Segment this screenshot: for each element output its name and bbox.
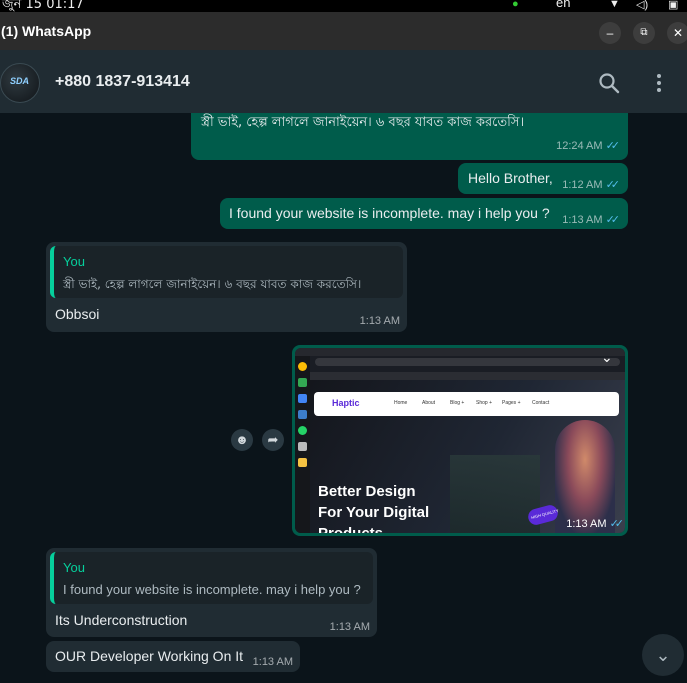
minimize-button[interactable]: – [599, 22, 621, 44]
system-top-bar: জুন 15 01:17 ● en ▼ ◁) ▣ [0, 0, 687, 12]
message-bubble-incoming[interactable]: OUR Developer Working On It 1:13 AM [46, 641, 300, 672]
battery-icon[interactable]: ▣ [668, 0, 678, 11]
preview-headline: Products. [318, 525, 387, 533]
contact-avatar[interactable]: SDA [0, 63, 40, 103]
search-icon[interactable] [597, 71, 621, 95]
network-icon[interactable]: ▼ [609, 0, 620, 10]
volume-icon[interactable]: ◁) [636, 0, 648, 11]
message-bubble-incoming[interactable]: You স্ত্রী ভাই, হেল্প লাগলে জানাইয়েন। ৬… [46, 242, 407, 332]
preview-headline: Better Design [318, 483, 416, 500]
preview-tabstrip [295, 348, 625, 356]
read-ticks-icon: ✓✓ [609, 518, 625, 530]
message-bubble-outgoing[interactable]: স্ত্রী ভাই, হেল্প লাগলে জানাইয়েন। ৬ বছর… [191, 113, 628, 160]
preview-headline: For Your Digital [318, 504, 430, 521]
preview-nav-item: Pages + [502, 400, 521, 406]
quote-author: You [63, 560, 85, 575]
preview-dock [295, 356, 310, 533]
close-button[interactable]: ✕ [667, 22, 687, 44]
preview-brand: Haptic [332, 398, 360, 408]
preview-nav-item: Contact [532, 400, 550, 406]
preview-nav-item: About [422, 400, 436, 406]
message-time: 1:13 AM [252, 656, 293, 668]
system-clock: জুন 15 01:17 [2, 0, 84, 12]
forward-icon: ➦ [267, 432, 279, 447]
preview-nav-item: Shop + [476, 400, 492, 406]
window-title: (1) WhatsApp [1, 23, 92, 39]
preview-office-image [450, 455, 540, 533]
read-ticks-icon: ✓✓ [605, 140, 621, 152]
emoji-reaction-button[interactable]: ☻ [231, 429, 253, 451]
message-time: 1:12 AM [562, 179, 603, 191]
chevron-down-icon: ⌄ [655, 645, 671, 665]
forward-button[interactable]: ➦ [262, 429, 284, 451]
chat-header: SDA +880 1837-913414 [0, 50, 687, 113]
message-time: 12:24 AM [556, 140, 603, 152]
quoted-message[interactable]: You I found your website is incomplete. … [50, 552, 373, 604]
message-text: Hello Brother, [468, 170, 553, 186]
maximize-button[interactable]: ⧉ [633, 22, 655, 44]
preview-hero: Haptic Home About Blog + Shop + Pages + … [310, 380, 625, 533]
preview-nav-item: Home [394, 400, 408, 406]
message-time: 1:13 AM [329, 621, 370, 633]
emoji-icon: ☻ [235, 432, 249, 447]
message-text: Its Underconstruction [55, 612, 188, 628]
message-meta: 12:24 AM ✓✓ [556, 139, 621, 152]
avatar-logo-text: SDA [10, 76, 30, 86]
keyboard-language[interactable]: en [556, 0, 570, 10]
message-text: I found your website is incomplete. may … [229, 205, 550, 221]
message-bubble-outgoing[interactable]: I found your website is incomplete. may … [220, 198, 628, 229]
message-meta: 1:13 AM ✓✓ [562, 213, 621, 226]
quoted-message[interactable]: You স্ত্রী ভাই, হেল্প লাগলে জানাইয়েন। ৬… [50, 246, 403, 298]
chevron-down-icon[interactable]: ⌄ [601, 349, 613, 366]
preview-navbar: Haptic Home About Blog + Shop + Pages + … [314, 392, 619, 416]
window-title-bar: (1) WhatsApp – ⧉ ✕ [0, 12, 687, 50]
preview-nav-item: Blog + [450, 400, 465, 406]
image-message[interactable]: Haptic Home About Blog + Shop + Pages + … [292, 345, 628, 536]
message-meta: 1:13 AM ✓✓ [566, 517, 625, 530]
message-text: OUR Developer Working On It [55, 648, 244, 664]
quote-author: You [63, 254, 85, 269]
message-text: Obbsoi [55, 306, 100, 322]
more-vert-icon[interactable] [647, 71, 671, 95]
scroll-to-bottom-button[interactable]: ⌄ [642, 634, 684, 676]
preview-bookmarks [295, 372, 625, 380]
screenshot-image[interactable]: Haptic Home About Blog + Shop + Pages + … [295, 348, 625, 533]
message-time: 1:13 AM [562, 214, 603, 226]
quote-text: I found your website is incomplete. may … [63, 582, 361, 597]
preview-badge-text: HIGH QUALITY [530, 507, 560, 521]
message-bubble-incoming[interactable]: You I found your website is incomplete. … [46, 548, 377, 637]
status-dot-icon: ● [512, 0, 519, 10]
message-meta: 1:12 AM ✓✓ [562, 178, 621, 191]
quote-text: স্ত্রী ভাই, হেল্প লাগলে জানাইয়েন। ৬ বছর… [63, 277, 362, 291]
chat-panel: স্ত্রী ভাই, হেল্প লাগলে জানাইয়েন। ৬ বছর… [0, 113, 687, 683]
message-text: স্ত্রী ভাই, হেল্প লাগলে জানাইয়েন। ৬ বছর… [201, 115, 525, 130]
contact-name[interactable]: +880 1837-913414 [55, 73, 190, 91]
message-time: 1:13 AM [566, 518, 607, 530]
preview-addressbar [315, 358, 620, 366]
read-ticks-icon: ✓✓ [605, 214, 621, 226]
message-bubble-outgoing[interactable]: Hello Brother, 1:12 AM ✓✓ [458, 163, 628, 194]
read-ticks-icon: ✓✓ [605, 179, 621, 191]
message-time: 1:13 AM [359, 315, 400, 327]
